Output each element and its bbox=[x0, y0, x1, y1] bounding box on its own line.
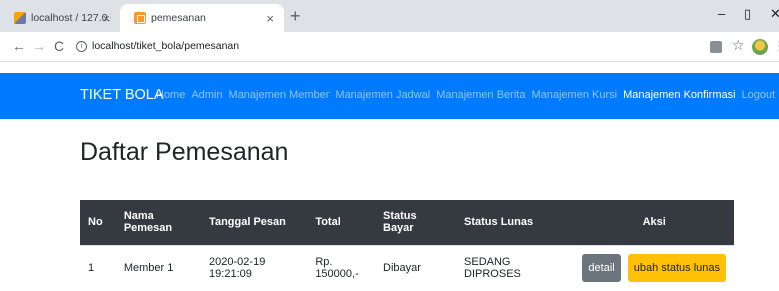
address-bar[interactable]: localhost/tiket_bola/pemesanan bbox=[92, 40, 239, 52]
navbar-links: Home Admin Manajemen Member Manajemen Ja… bbox=[156, 89, 775, 101]
site-navbar: TIKET BOLA Home Admin Manajemen Member M… bbox=[0, 73, 779, 119]
table-header-row: No Nama Pemesan Tanggal Pesan Total Stat… bbox=[80, 200, 734, 245]
header-no: No bbox=[80, 200, 116, 245]
cell-status-lunas: SEDANG DIPROSES bbox=[456, 244, 575, 291]
new-tab-button[interactable]: + bbox=[290, 6, 301, 27]
tab-phpmyadmin[interactable]: localhost / 127.0.0.1 / db_tiket_b × bbox=[0, 4, 120, 32]
profile-avatar-icon[interactable] bbox=[752, 39, 768, 55]
header-nama-pemesan: Nama Pemesan bbox=[115, 200, 202, 245]
extension-icon[interactable] bbox=[710, 41, 722, 53]
header-aksi: Aksi bbox=[574, 200, 734, 245]
nav-link-manajemen-member[interactable]: Manajemen Member bbox=[229, 89, 330, 101]
close-tab-icon[interactable]: × bbox=[102, 11, 110, 26]
page-title: Daftar Pemesanan bbox=[80, 138, 289, 166]
nav-link-manajemen-jadwal[interactable]: Manajemen Jadwal bbox=[335, 89, 430, 101]
cell-total: Rp. 150000,- bbox=[307, 244, 375, 291]
detail-button[interactable]: detail bbox=[582, 254, 621, 283]
header-status-bayar: Status Bayar bbox=[375, 200, 457, 245]
phpmyadmin-icon bbox=[14, 12, 26, 24]
navbar-brand[interactable]: TIKET BOLA bbox=[80, 87, 164, 103]
cell-nama-pemesan: Member 1 bbox=[115, 244, 202, 291]
close-tab-icon[interactable]: × bbox=[266, 11, 274, 26]
close-window-button[interactable]: ✕ bbox=[770, 6, 779, 22]
ubah-status-lunas-button[interactable]: ubah status lunas bbox=[627, 254, 726, 283]
header-tanggal-pesan: Tanggal Pesan bbox=[201, 200, 308, 245]
browser-menu-icon[interactable]: ⋮ bbox=[773, 38, 779, 54]
nav-link-manajemen-kursi[interactable]: Manajemen Kursi bbox=[531, 89, 617, 101]
cell-aksi: detail ubah status lunas bbox=[574, 244, 734, 291]
forward-button[interactable]: → bbox=[32, 38, 46, 54]
nav-link-logout[interactable]: Logout bbox=[742, 89, 776, 101]
orders-table: No Nama Pemesan Tanggal Pesan Total Stat… bbox=[80, 200, 734, 291]
nav-link-home[interactable]: Home bbox=[156, 89, 185, 101]
maximize-button[interactable]: ▯ bbox=[744, 6, 751, 22]
nav-link-manajemen-konfirmasi[interactable]: Manajemen Konfirmasi bbox=[623, 89, 736, 101]
browser-tab-strip: localhost / 127.0.0.1 / db_tiket_b × pem… bbox=[0, 0, 779, 32]
cell-tanggal-pesan: 2020-02-19 19:21:09 bbox=[201, 244, 308, 291]
reload-button[interactable]: C bbox=[54, 38, 64, 54]
header-status-lunas: Status Lunas bbox=[456, 200, 575, 245]
browser-toolbar: ← → C i localhost/tiket_bola/pemesanan ☆… bbox=[0, 32, 779, 62]
nav-link-manajemen-berita[interactable]: Manajemen Berita bbox=[436, 89, 525, 101]
bookmark-star-icon[interactable]: ☆ bbox=[732, 37, 745, 54]
info-icon[interactable]: i bbox=[76, 41, 87, 52]
table-row: 1 Member 1 2020-02-19 19:21:09 Rp. 15000… bbox=[80, 244, 734, 291]
page-icon bbox=[134, 12, 146, 24]
nav-link-admin[interactable]: Admin bbox=[191, 89, 222, 101]
cell-status-bayar: Dibayar bbox=[375, 244, 457, 291]
tab-pemesanan[interactable]: pemesanan × bbox=[120, 4, 284, 32]
header-total: Total bbox=[307, 200, 375, 245]
minimize-button[interactable]: – bbox=[718, 6, 725, 21]
tab-title: localhost / 127.0.0.1 / db_tiket_b bbox=[31, 12, 111, 24]
cell-no: 1 bbox=[80, 244, 116, 291]
back-button[interactable]: ← bbox=[12, 38, 26, 54]
tab-title: pemesanan bbox=[151, 12, 206, 24]
